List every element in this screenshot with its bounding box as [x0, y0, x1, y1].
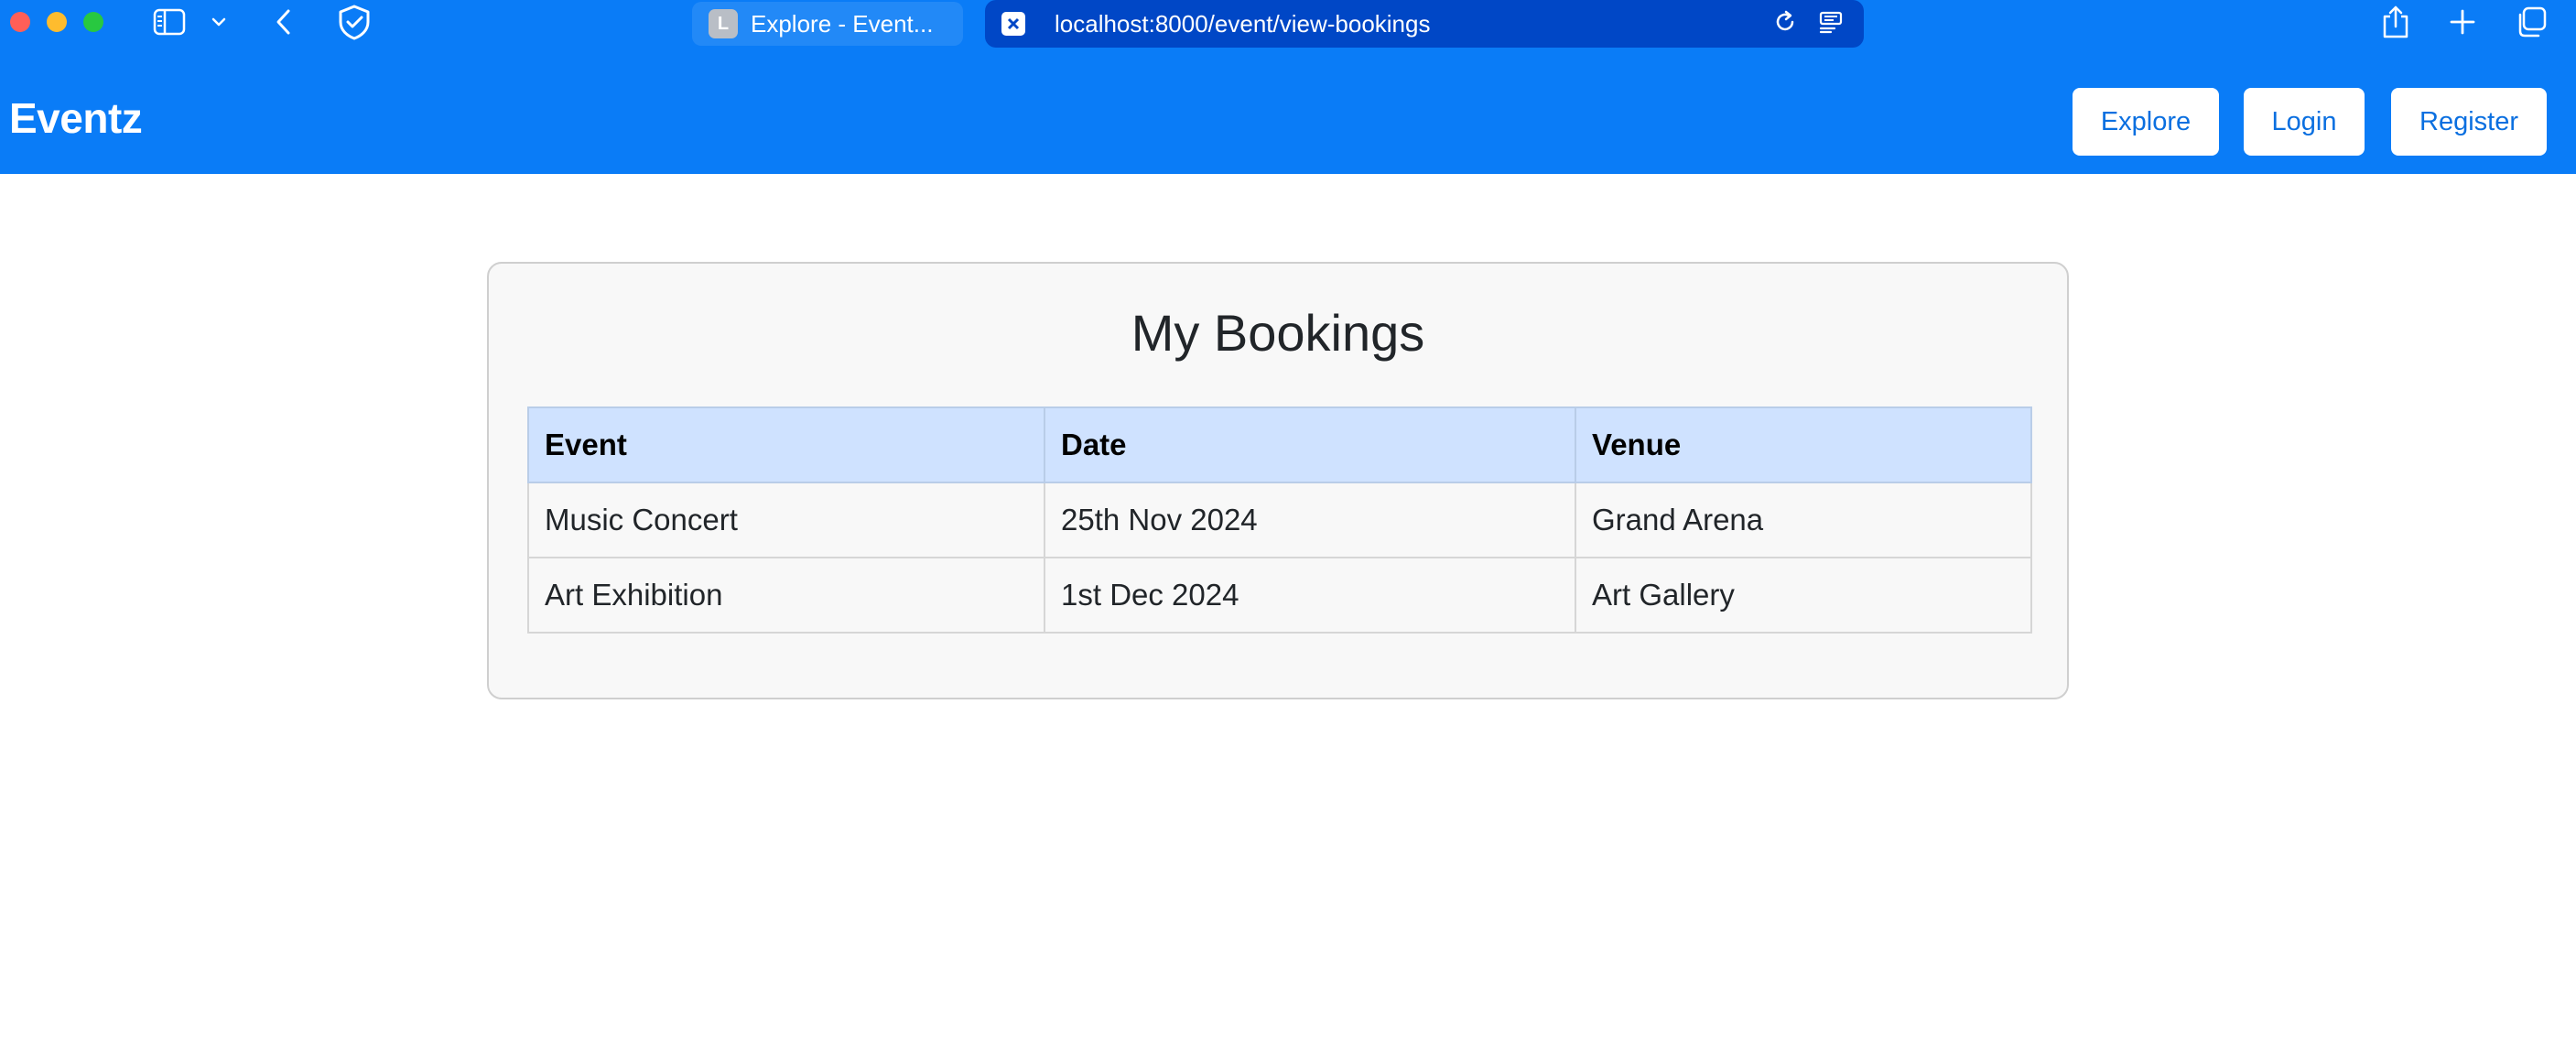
- reload-icon[interactable]: [1772, 9, 1798, 39]
- booking-date-cell: 25th Nov 2024: [1044, 482, 1576, 558]
- bookings-card: My Bookings Event Date Venue Music Conce…: [487, 262, 2069, 699]
- tab-overview-icon[interactable]: [2514, 4, 2549, 40]
- column-header-event: Event: [527, 406, 1045, 483]
- column-header-venue: Venue: [1575, 406, 2032, 483]
- explore-button[interactable]: Explore: [2073, 88, 2219, 156]
- sidebar-toggle-icon[interactable]: [151, 4, 188, 40]
- booking-venue-cell: Art Gallery: [1575, 557, 2032, 634]
- privacy-shield-icon[interactable]: [335, 4, 373, 40]
- tab-favicon: L: [709, 9, 738, 38]
- address-bar[interactable]: localhost:8000/event/view-bookings: [985, 0, 1864, 48]
- booking-venue-cell: Grand Arena: [1575, 482, 2032, 558]
- column-header-date: Date: [1044, 406, 1576, 483]
- table-header-row: Event Date Venue: [527, 406, 2032, 483]
- table-row: Music Concert 25th Nov 2024 Grand Arena: [527, 482, 2032, 558]
- new-tab-icon[interactable]: [2448, 4, 2477, 40]
- site-navbar: Eventz Explore Login Register: [0, 48, 2576, 174]
- back-arrow-icon[interactable]: [271, 4, 295, 40]
- booking-event-cell: Art Exhibition: [527, 557, 1045, 634]
- minimize-window-button[interactable]: [47, 12, 67, 32]
- booking-event-cell: Music Concert: [527, 482, 1045, 558]
- login-button[interactable]: Login: [2244, 88, 2365, 156]
- site-favicon-icon: [1001, 12, 1025, 36]
- zoom-window-button[interactable]: [83, 12, 103, 32]
- booking-date-cell: 1st Dec 2024: [1044, 557, 1576, 634]
- register-button[interactable]: Register: [2391, 88, 2547, 156]
- page-title: My Bookings: [1131, 304, 1425, 362]
- chevron-down-icon[interactable]: [209, 4, 229, 40]
- url-text[interactable]: localhost:8000/event/view-bookings: [1055, 10, 1430, 38]
- close-window-button[interactable]: [10, 12, 30, 32]
- reader-view-icon[interactable]: [1818, 9, 1844, 39]
- table-row: Art Exhibition 1st Dec 2024 Art Gallery: [527, 557, 2032, 634]
- brand-logo[interactable]: Eventz: [9, 97, 143, 139]
- browser-toolbar: L Explore - Event... localhost:8000/even…: [0, 0, 2576, 48]
- tab-title: Explore - Event...: [751, 9, 934, 38]
- browser-tab-explore[interactable]: L Explore - Event...: [692, 2, 963, 46]
- share-icon[interactable]: [2380, 4, 2411, 40]
- bookings-table: Event Date Venue Music Concert 25th Nov …: [527, 406, 2032, 634]
